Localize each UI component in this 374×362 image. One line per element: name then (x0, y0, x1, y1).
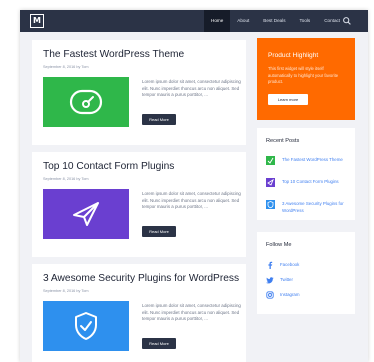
widget-title: Follow Me (266, 242, 292, 248)
recent-post-item[interactable]: The Fastest WordPress Theme (266, 156, 352, 172)
shield-check-icon (75, 312, 97, 340)
post-meta: September 8, 2016 by Tom (43, 177, 89, 181)
social-link-label[interactable]: Facebook (280, 262, 299, 267)
widget-title: Recent Posts (266, 138, 300, 144)
recent-post-item[interactable]: Top 10 Contact Form Plugins (266, 178, 352, 194)
site-header: M Home About Best Deals Tools Contact (20, 10, 368, 32)
post-meta: September 8, 2016 by Tom (43, 289, 89, 293)
widget-title: Product Highlight (268, 52, 319, 59)
social-link-label[interactable]: Twitter (280, 277, 293, 282)
main-nav: Home About Best Deals Tools Contact (204, 10, 347, 32)
recent-post-link[interactable]: 3 Awesome Security Plugins for WordPress (282, 200, 350, 214)
nav-item-about[interactable]: About (230, 10, 256, 32)
nav-item-best-deals[interactable]: Best Deals (256, 10, 292, 32)
read-more-button[interactable]: Read More (142, 226, 176, 237)
post-thumbnail-icon (266, 156, 275, 165)
search-icon[interactable] (342, 16, 352, 26)
post-title[interactable]: Top 10 Contact Form Plugins (43, 161, 174, 172)
read-more-button[interactable]: Read More (142, 338, 176, 349)
instagram-icon (266, 291, 274, 299)
post-card: 3 Awesome Security Plugins for WordPress… (32, 264, 246, 362)
nav-item-tools[interactable]: Tools (293, 10, 318, 32)
post-excerpt: Lorem ipsum dolor sit amet, consectetur … (142, 79, 241, 97)
screenshot-canvas: M Home About Best Deals Tools Contact Th… (0, 0, 374, 362)
read-more-button[interactable]: Read More (142, 114, 176, 125)
social-link-twitter[interactable]: Twitter (266, 276, 346, 284)
facebook-icon (268, 261, 273, 269)
recent-post-link[interactable]: Top 10 Contact Form Plugins (282, 178, 350, 185)
post-excerpt: Lorem ipsum dolor sit amet, consectetur … (142, 191, 241, 209)
recent-post-item[interactable]: 3 Awesome Security Plugins for WordPress (266, 200, 352, 216)
post-title[interactable]: 3 Awesome Security Plugins for WordPress (43, 273, 239, 284)
post-excerpt: Lorem ipsum dolor sit amet, consectetur … (142, 303, 241, 321)
post-thumbnail[interactable] (43, 189, 129, 239)
post-thumbnail[interactable] (43, 77, 129, 127)
site-frame: M Home About Best Deals Tools Contact Th… (20, 10, 368, 362)
site-logo[interactable]: M (30, 14, 44, 28)
post-card: The Fastest WordPress Theme September 8,… (32, 40, 246, 145)
post-meta: September 8, 2016 by Tom (43, 65, 89, 69)
learn-more-button[interactable]: Learn more (268, 94, 308, 105)
post-thumbnail[interactable] (43, 301, 129, 351)
speedometer-icon (69, 89, 103, 115)
post-thumbnail-icon (266, 200, 275, 209)
follow-me-widget: Follow Me Facebook Twitter Instagram (257, 232, 355, 314)
paper-plane-icon (73, 202, 99, 226)
post-thumbnail-icon (266, 178, 275, 187)
social-link-instagram[interactable]: Instagram (266, 291, 346, 299)
post-card: Top 10 Contact Form Plugins September 8,… (32, 152, 246, 257)
social-link-facebook[interactable]: Facebook (266, 261, 346, 269)
post-title[interactable]: The Fastest WordPress Theme (43, 49, 184, 60)
nav-item-home[interactable]: Home (204, 10, 231, 32)
product-highlight-widget: Product Highlight This first widget will… (257, 38, 355, 120)
recent-posts-widget: Recent Posts The Fastest WordPress Theme… (257, 128, 355, 220)
twitter-icon (266, 277, 274, 284)
widget-text: This first widget will style itself auto… (268, 66, 339, 85)
recent-post-link[interactable]: The Fastest WordPress Theme (282, 156, 350, 163)
social-link-label[interactable]: Instagram (280, 292, 300, 297)
